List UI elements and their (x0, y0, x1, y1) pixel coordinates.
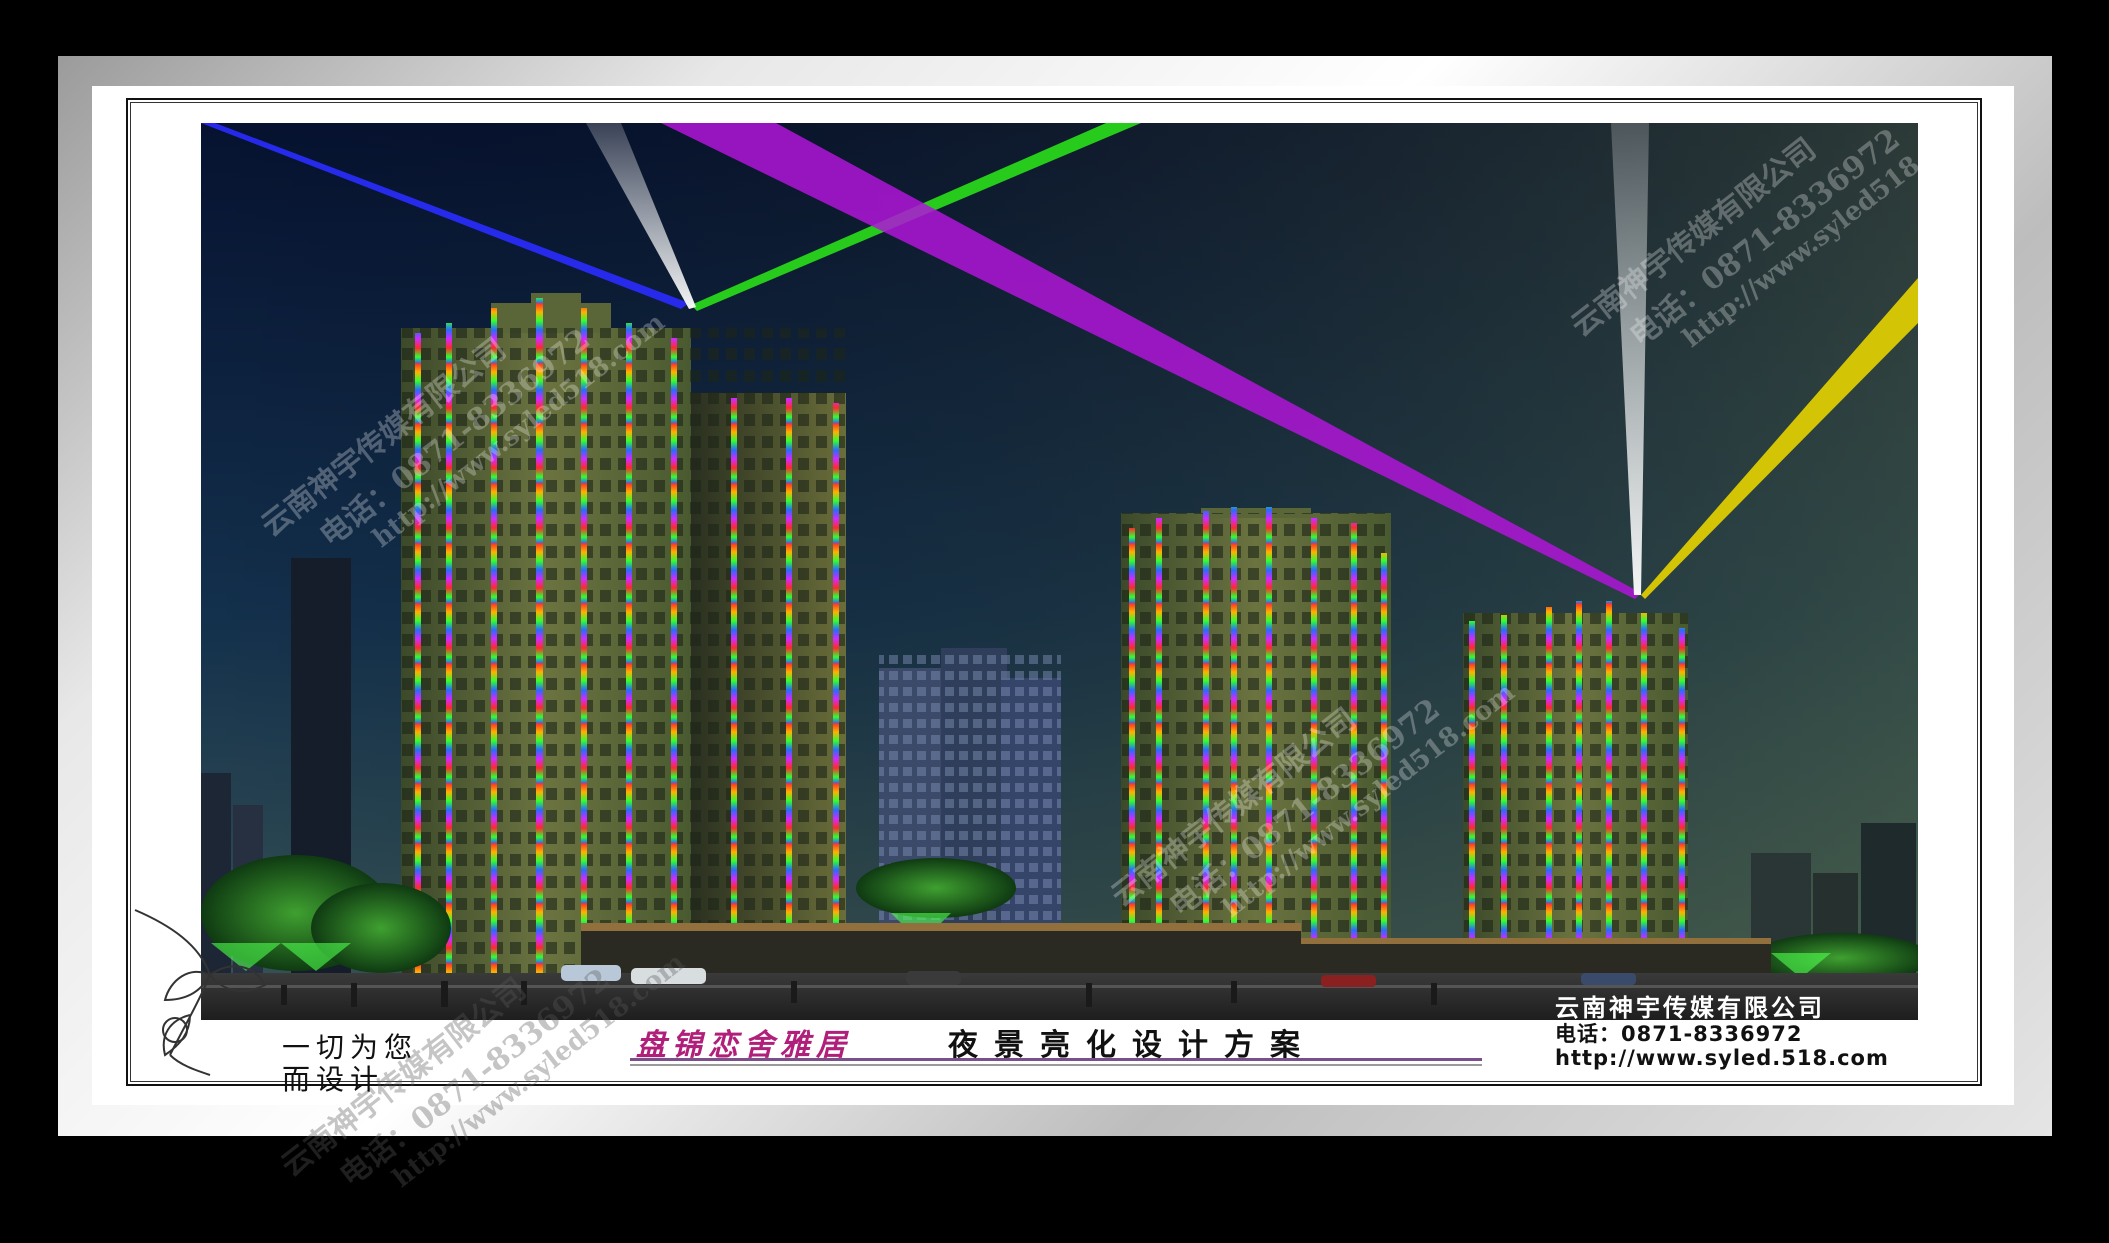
slogan-line-2: 而设计 (282, 1063, 385, 1096)
title-underline-secondary (630, 1064, 1482, 1066)
title-underline (630, 1058, 1482, 1061)
footer-phone: 电话：0871-8336972 (1555, 1022, 1803, 1046)
flower-sketch-icon (130, 905, 290, 1089)
footer-website: http://www.syled.518.com (1555, 1046, 1889, 1070)
